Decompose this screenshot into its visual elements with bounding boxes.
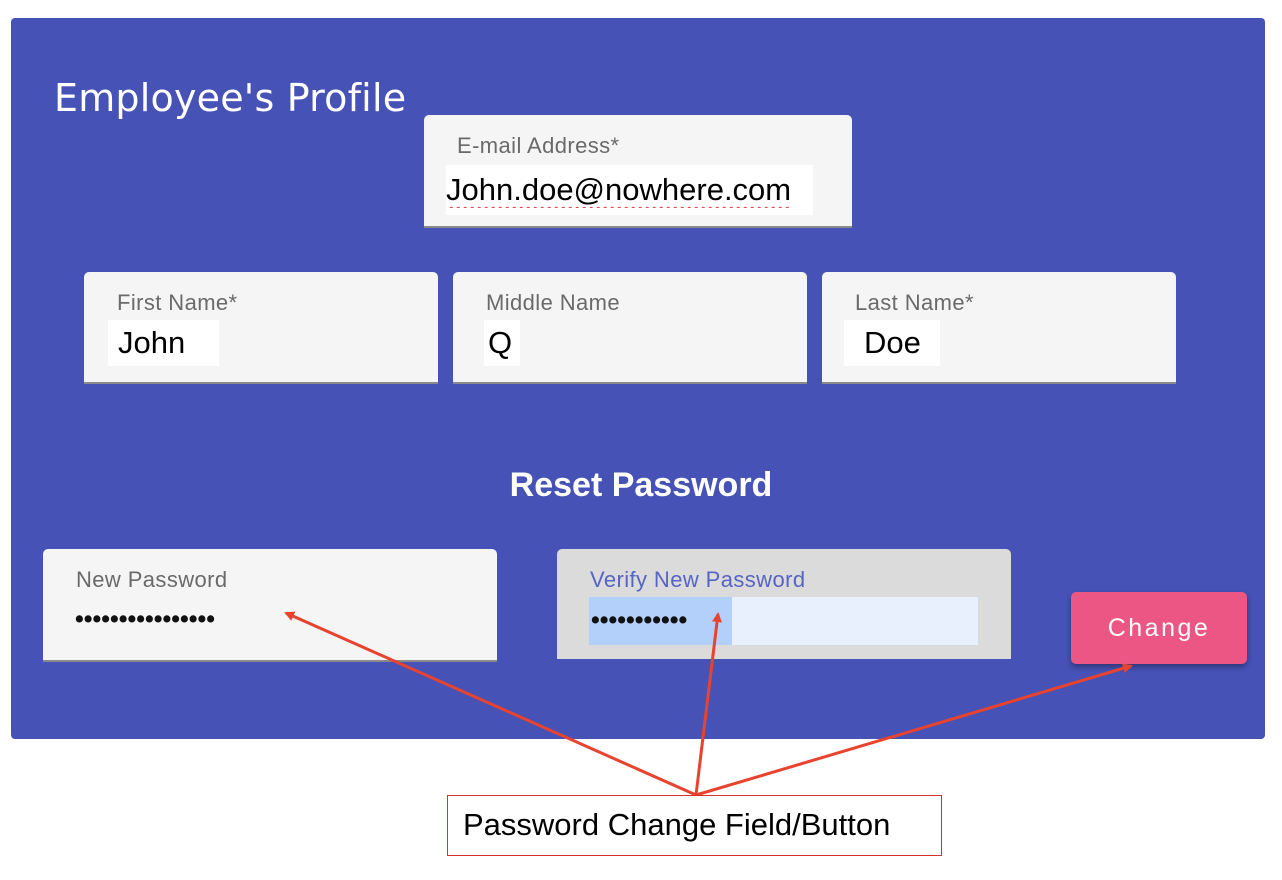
- middle-name-label: Middle Name: [486, 290, 621, 315]
- page: Employee's Profile E-mail Address* First…: [0, 0, 1282, 880]
- first-name-field[interactable]: First Name*: [84, 272, 438, 384]
- last-name-label: Last Name*: [855, 290, 974, 315]
- last-name-field[interactable]: Last Name*: [822, 272, 1176, 384]
- annotation-callout: Password Change Field/Button: [447, 795, 942, 856]
- new-password-value[interactable]: ••••••••••••••••: [75, 605, 215, 634]
- page-title: Employee's Profile: [54, 76, 407, 120]
- new-password-field[interactable]: New Password ••••••••••••••••: [43, 549, 497, 662]
- last-name-input[interactable]: [844, 320, 940, 366]
- email-input[interactable]: [446, 165, 813, 215]
- change-password-button[interactable]: Change: [1071, 592, 1247, 664]
- middle-name-field[interactable]: Middle Name: [453, 272, 807, 384]
- first-name-label: First Name*: [117, 290, 238, 315]
- first-name-input[interactable]: [108, 320, 219, 366]
- verify-password-value: •••••••••••: [591, 606, 688, 634]
- verify-password-field[interactable]: Verify New Password •••••••••••: [557, 549, 1011, 659]
- email-field[interactable]: E-mail Address*: [424, 115, 852, 228]
- reset-password-title: Reset Password: [509, 466, 773, 504]
- new-password-label: New Password: [76, 567, 228, 592]
- email-field-label: E-mail Address*: [457, 133, 620, 158]
- verify-password-input[interactable]: •••••••••••: [589, 597, 978, 645]
- middle-name-input[interactable]: [484, 320, 520, 366]
- verify-password-label: Verify New Password: [590, 567, 806, 592]
